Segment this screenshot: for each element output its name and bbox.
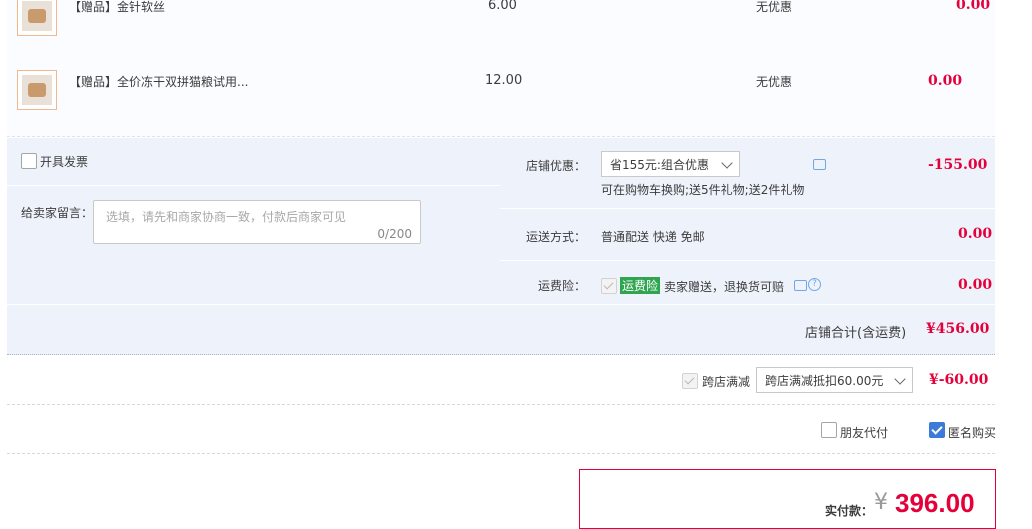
product-thumbnail[interactable] <box>17 0 57 36</box>
help-icon[interactable]: ? <box>808 278 821 291</box>
shipping-value: 普通配送 快递 免邮 <box>601 230 705 244</box>
friend-pay-checkbox[interactable] <box>821 422 837 438</box>
message-placeholder: 选填，请先和商家协商一致，付款后商家可见 <box>106 210 347 224</box>
product-name[interactable]: 【赠品】金针软丝 <box>69 0 165 15</box>
invoice-label: 开具发票 <box>40 155 89 169</box>
panel-divider <box>7 304 995 305</box>
insurance-tag: 运费险 <box>620 277 661 294</box>
message-label: 给卖家留言： <box>21 206 94 220</box>
message-icon[interactable] <box>813 159 826 170</box>
product-subtotal: 0.00 <box>956 0 991 13</box>
product-price: 6.00 <box>488 0 517 13</box>
cross-store-amount: ¥-60.00 <box>929 372 989 388</box>
product-subtotal: 0.00 <box>928 73 963 89</box>
left-divider <box>7 185 500 186</box>
shop-discount-select[interactable]: 省155元:组合优惠 <box>601 151 740 177</box>
message-icon[interactable] <box>794 280 807 291</box>
anonymous-label: 匿名购买 <box>948 426 997 440</box>
friend-pay-label: 朋友代付 <box>840 426 889 440</box>
insurance-desc: 卖家赠送，退换货可赔 <box>664 280 785 294</box>
cross-store-select[interactable]: 跨店满减抵扣60.00元 <box>756 367 913 393</box>
message-counter: 0/200 <box>377 227 412 241</box>
anonymous-checkbox[interactable] <box>929 422 945 438</box>
shop-total-amount: ¥456.00 <box>926 321 990 337</box>
payment-label: 实付款： <box>825 504 874 518</box>
shop-discount-label: 店铺优惠： <box>526 159 587 173</box>
divider <box>7 453 995 454</box>
chevron-down-icon <box>721 157 733 169</box>
shipping-amount: 0.00 <box>958 226 993 242</box>
payment-summary: 实付款： ¥ 396.00 <box>579 469 996 529</box>
order-item-row: 【赠品】全价冻干双拼猫粮试用... 12.00 无优惠 0.00 <box>7 60 995 137</box>
payment-amount: 396.00 <box>895 488 975 518</box>
product-promo: 无优惠 <box>756 0 793 14</box>
cross-store-checkbox[interactable] <box>682 373 698 389</box>
product-price: 12.00 <box>485 73 523 88</box>
shipping-label: 运送方式： <box>526 230 587 244</box>
chevron-down-icon <box>894 373 906 385</box>
insurance-label: 运费险： <box>538 279 587 293</box>
product-thumbnail[interactable] <box>17 70 57 110</box>
payment-currency: ¥ <box>874 490 888 515</box>
shop-discount-selected: 省155元:组合优惠 <box>610 158 709 172</box>
shop-discount-amount: -155.00 <box>928 157 988 173</box>
product-name[interactable]: 【赠品】全价冻干双拼猫粮试用... <box>69 73 248 90</box>
insurance-checkbox[interactable] <box>601 278 617 294</box>
product-promo: 无优惠 <box>756 75 793 89</box>
order-item-row: 【赠品】金针软丝 6.00 无优惠 0.00 <box>7 0 995 61</box>
invoice-checkbox[interactable] <box>21 153 37 169</box>
cross-store-selected: 跨店满减抵扣60.00元 <box>765 374 884 388</box>
divider <box>7 404 995 405</box>
insurance-amount: 0.00 <box>958 277 993 293</box>
shop-total-label: 店铺合计(含运费) <box>805 326 907 341</box>
cross-store-label: 跨店满减 <box>702 375 751 389</box>
message-textarea[interactable]: 选填，请先和商家协商一致，付款后商家可见 0/200 <box>93 200 421 244</box>
shop-discount-note: 可在购物车换购;送5件礼物;送2件礼物 <box>601 183 805 197</box>
